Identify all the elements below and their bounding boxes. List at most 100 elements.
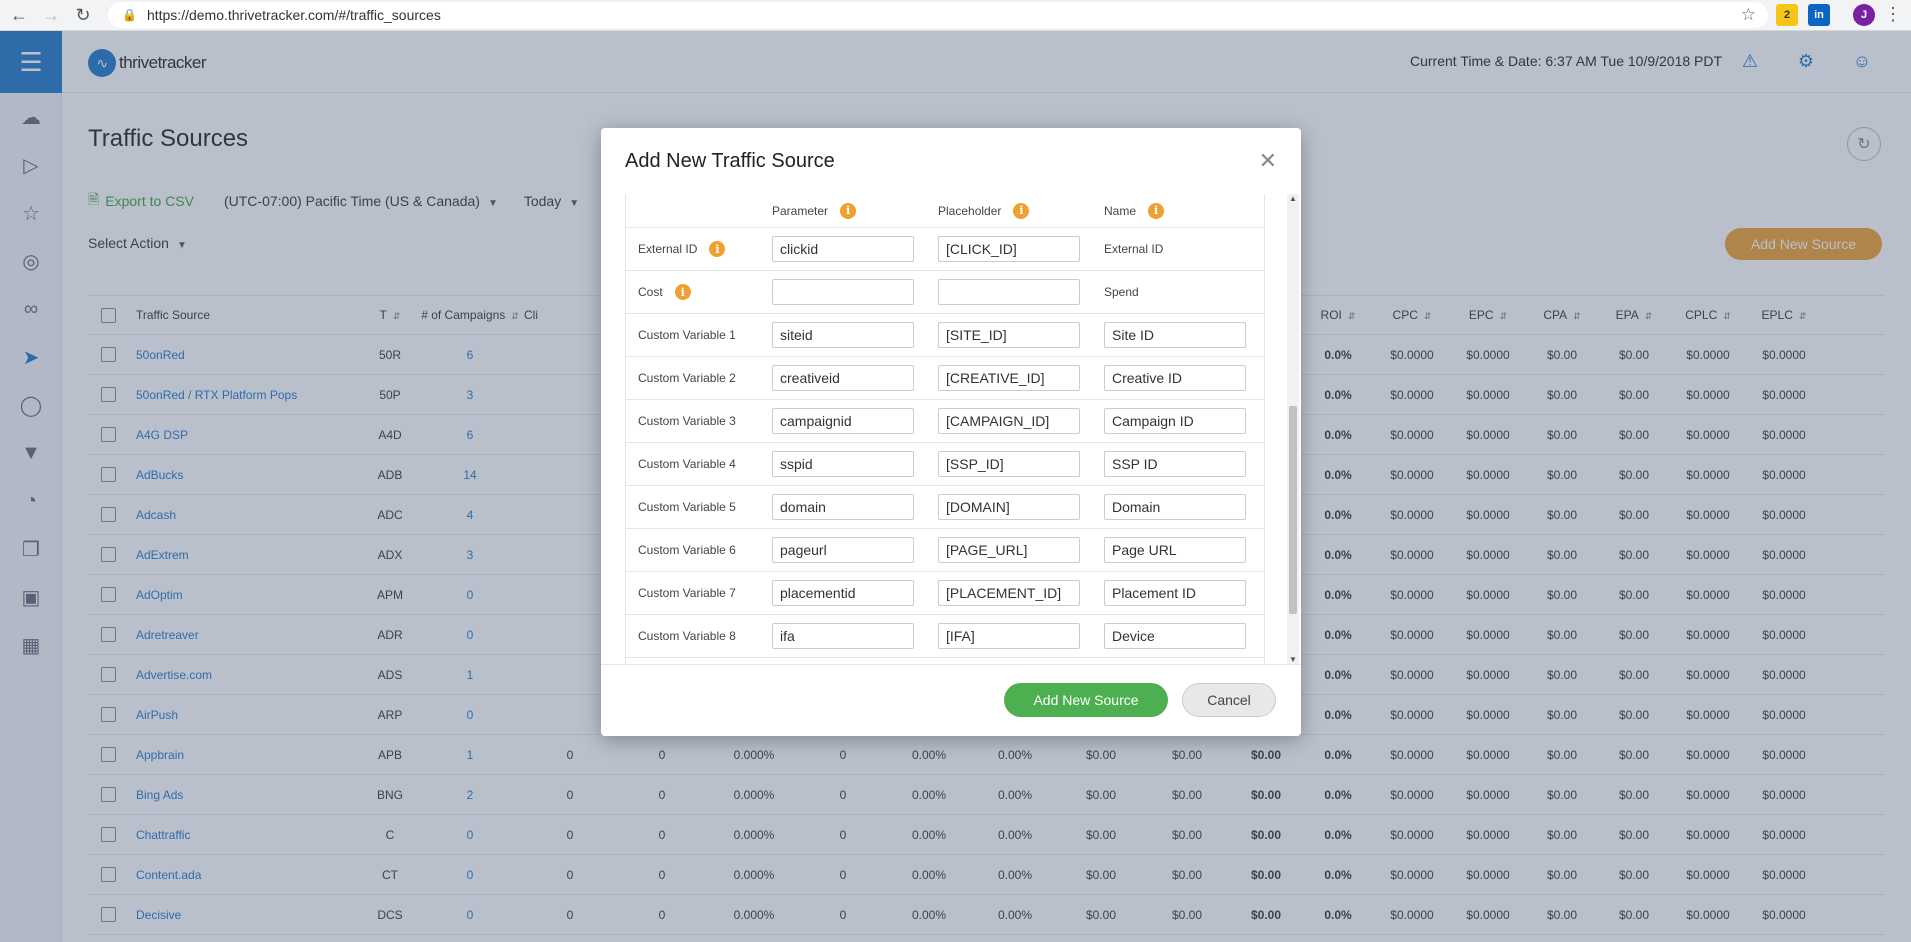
scroll-up-arrow-icon[interactable]: ▲ [1287, 194, 1299, 203]
variable-label-cell: Custom Variable 3 [626, 414, 772, 428]
placeholder-cell: [CAMPAIGN_ID] [938, 408, 1104, 434]
name-input[interactable]: Page URL [1104, 537, 1246, 563]
parameter-cell: placementid [772, 580, 938, 606]
info-icon[interactable]: i [840, 202, 857, 219]
modal-variable-row: Custom Variable 4 sspid [SSP_ID] SSP ID [626, 443, 1264, 486]
name-input[interactable]: SSP ID [1104, 451, 1246, 477]
placeholder-input[interactable]: [IFA] [938, 623, 1080, 649]
modal-variable-row: Custom Variable 7 placementid [PLACEMENT_I… [626, 572, 1264, 615]
name-input[interactable]: Domain [1104, 494, 1246, 520]
variable-label: External ID [638, 242, 698, 256]
back-arrow-icon[interactable]: ← [6, 2, 32, 28]
placeholder-input[interactable] [938, 279, 1080, 305]
placeholder-input[interactable]: [SSP_ID] [938, 451, 1080, 477]
variable-label: Custom Variable 7 [638, 586, 736, 600]
placeholder-input[interactable]: [CAMPAIGN_ID] [938, 408, 1080, 434]
modal-variable-row: Custom Variable 2 creativeid [CREATIVE_ID]… [626, 357, 1264, 400]
name-input[interactable]: Placement ID [1104, 580, 1246, 606]
parameter-input[interactable] [772, 279, 914, 305]
bookmark-star-icon[interactable]: ☆ [1741, 5, 1756, 25]
placeholder-input[interactable]: [SITE_ID] [938, 322, 1080, 348]
forward-arrow-icon[interactable]: → [38, 2, 64, 28]
variable-label: Custom Variable 4 [638, 457, 736, 471]
profile-initial: J [1860, 9, 1868, 21]
modal-variable-row: Custom Variable 3 campaignid [CAMPAIGN_ID]… [626, 400, 1264, 443]
parameter-input[interactable]: placementid [772, 580, 914, 606]
placeholder-input[interactable]: [PLACEMENT_ID] [938, 580, 1080, 606]
profile-avatar[interactable]: J [1853, 4, 1875, 26]
modal-variable-row: Custom Variable 8 ifa [IFA] Device [626, 615, 1264, 658]
modal-body[interactable]: Parameter i Placeholder i Name i External I… [625, 194, 1265, 664]
parameter-input[interactable]: domain [772, 494, 914, 520]
modal-scrollbar[interactable]: ▲ ▼ [1287, 194, 1299, 664]
parameter-cell: domain [772, 494, 938, 520]
name-cell: Site ID [1104, 322, 1264, 348]
address-bar[interactable]: 🔒 https://demo.thrivetracker.com/#/traff… [108, 2, 1768, 28]
variable-label-cell: Custom Variable 2 [626, 371, 772, 385]
placeholder-cell: [CREATIVE_ID] [938, 365, 1104, 391]
name-cell: Creative ID [1104, 365, 1264, 391]
parameter-cell [772, 279, 938, 305]
linkedin-extension-icon[interactable]: in [1808, 4, 1830, 26]
name-cell: Device [1104, 623, 1264, 649]
name-static: Spend [1104, 285, 1139, 299]
name-input[interactable]: Site ID [1104, 322, 1246, 348]
info-icon[interactable]: i [1148, 202, 1165, 219]
modal-column-headers: Parameter i Placeholder i Name i [626, 194, 1264, 228]
variable-label: Custom Variable 8 [638, 629, 736, 643]
modal-add-new-source-button[interactable]: Add New Source [1004, 683, 1168, 717]
modal-variable-row: Custom Variable 5 domain [DOMAIN] Domain [626, 486, 1264, 529]
parameter-input[interactable]: clickid [772, 236, 914, 262]
parameter-input[interactable]: creativeid [772, 365, 914, 391]
variable-label-cell: External ID i [626, 241, 772, 257]
parameter-input[interactable]: ifa [772, 623, 914, 649]
placeholder-cell [938, 279, 1104, 305]
name-cell: Domain [1104, 494, 1264, 520]
parameter-cell: ifa [772, 623, 938, 649]
browser-toolbar: ← → ↻ 🔒 https://demo.thrivetracker.com/#… [0, 0, 1911, 31]
variable-label-cell: Cost i [626, 284, 772, 300]
modal-title: Add New Traffic Source [625, 150, 835, 172]
reload-icon[interactable]: ↻ [70, 2, 96, 28]
close-icon[interactable]: ✕ [1259, 148, 1277, 174]
name-input[interactable]: Campaign ID [1104, 408, 1246, 434]
modal-cancel-button[interactable]: Cancel [1182, 683, 1276, 717]
placeholder-input[interactable]: [PAGE_URL] [938, 537, 1080, 563]
placeholder-input[interactable]: [CLICK_ID] [938, 236, 1080, 262]
placeholder-input[interactable]: [DOMAIN] [938, 494, 1080, 520]
name-column-header: Name i [1104, 202, 1264, 219]
placeholder-cell: [CLICK_ID] [938, 236, 1104, 262]
parameter-cell: pageurl [772, 537, 938, 563]
scroll-down-arrow-icon[interactable]: ▼ [1287, 655, 1299, 664]
placeholder-input[interactable]: [CREATIVE_ID] [938, 365, 1080, 391]
variable-label: Custom Variable 3 [638, 414, 736, 428]
parameter-cell: siteid [772, 322, 938, 348]
info-icon[interactable]: i [674, 284, 691, 300]
placeholder-cell: [SSP_ID] [938, 451, 1104, 477]
parameter-input[interactable]: campaignid [772, 408, 914, 434]
extension-badge-icon[interactable]: 2 [1776, 4, 1798, 26]
name-static: External ID [1104, 242, 1164, 256]
modal-rows: External ID i clickid [CLICK_ID] External ID… [626, 228, 1264, 664]
info-icon[interactable]: i [709, 241, 726, 257]
variable-label: Custom Variable 5 [638, 500, 736, 514]
parameter-input[interactable]: siteid [772, 322, 914, 348]
placeholder-header-label: Placeholder [938, 203, 1002, 218]
name-cell: Spend [1104, 285, 1264, 299]
parameter-column-header: Parameter i [772, 202, 938, 219]
name-input[interactable]: Creative ID [1104, 365, 1246, 391]
parameter-input[interactable]: pageurl [772, 537, 914, 563]
name-cell: SSP ID [1104, 451, 1264, 477]
name-header-label: Name [1104, 203, 1137, 218]
info-icon[interactable]: i [1013, 202, 1030, 219]
variable-label-cell: Custom Variable 4 [626, 457, 772, 471]
scroll-thumb[interactable] [1289, 406, 1297, 614]
add-traffic-source-modal: Add New Traffic Source ✕ Parameter i Plac… [601, 128, 1301, 736]
lock-icon: 🔒 [122, 8, 137, 22]
name-input[interactable]: Device [1104, 623, 1246, 649]
modal-variable-row: External ID i clickid [CLICK_ID] External ID [626, 228, 1264, 271]
parameter-input[interactable]: sspid [772, 451, 914, 477]
browser-menu-icon[interactable]: ⋮ [1884, 5, 1902, 23]
parameter-cell: clickid [772, 236, 938, 262]
placeholder-cell: [DOMAIN] [938, 494, 1104, 520]
